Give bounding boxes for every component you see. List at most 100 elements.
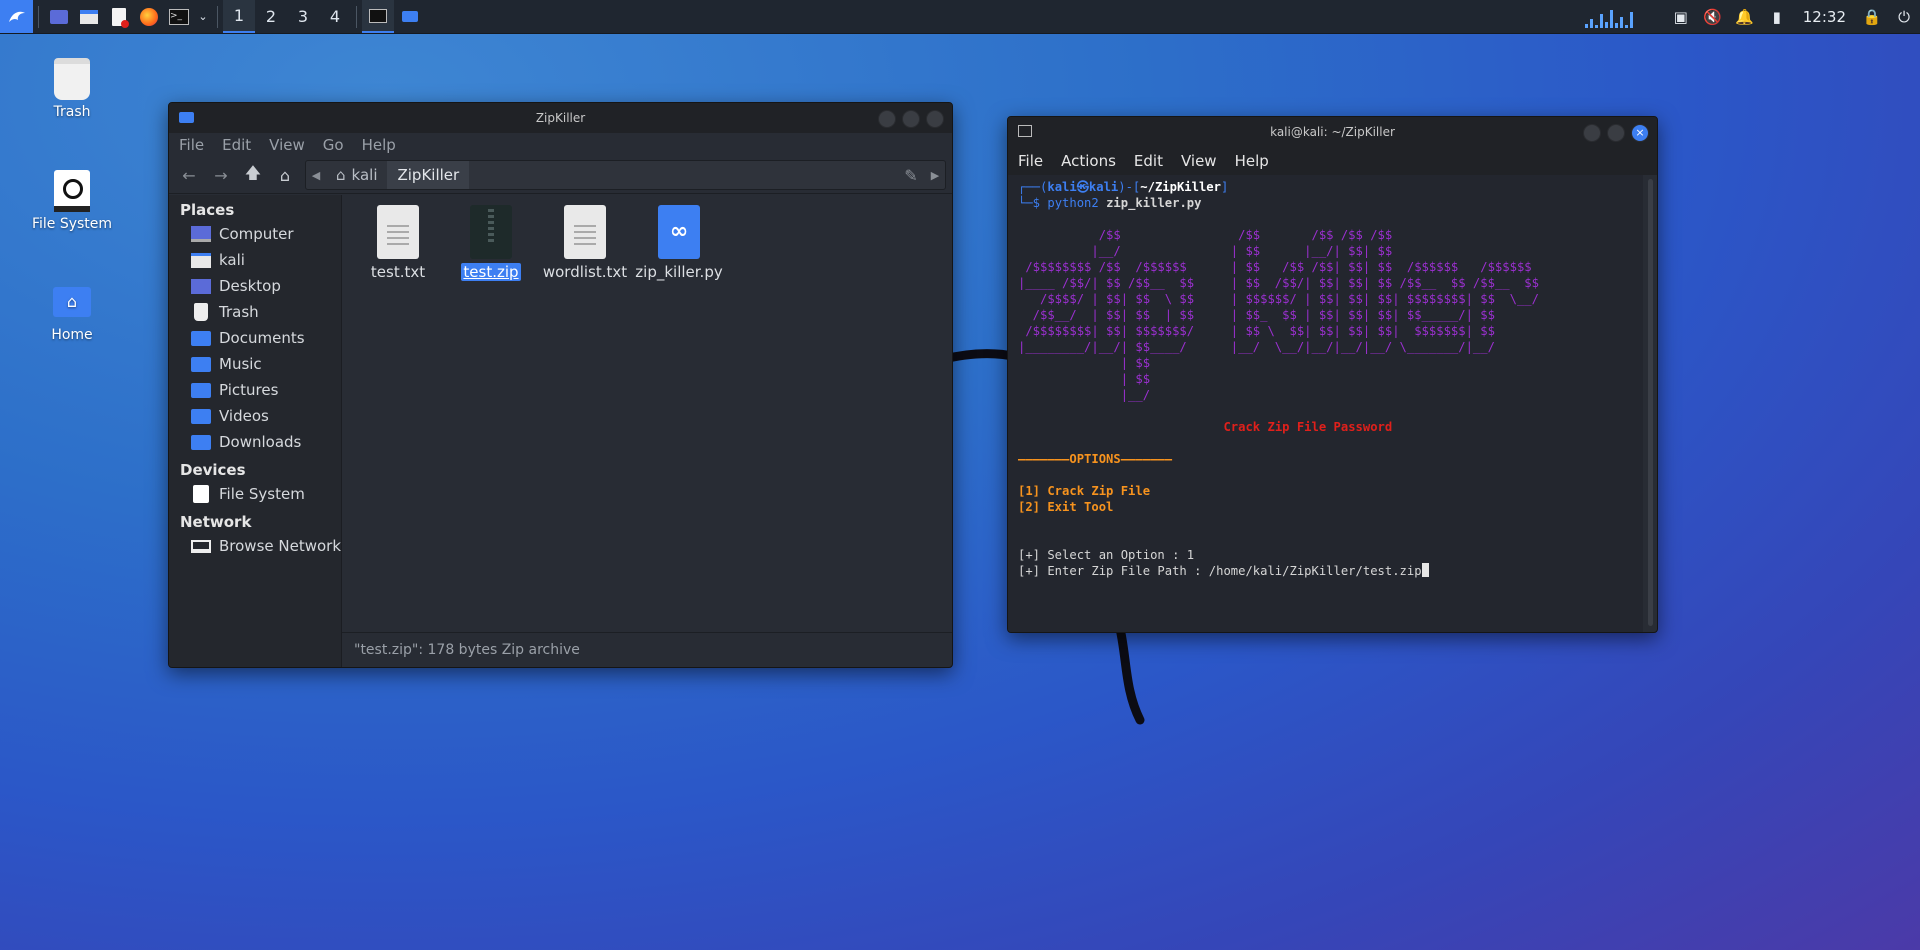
text-file-icon [377, 205, 419, 259]
firefox-launcher-icon[interactable] [134, 0, 164, 33]
terminal-menubar: File Actions Edit View Help [1008, 147, 1657, 175]
terminal-output[interactable]: ┌──(kali㉿kali)-[~/ZipKiller] └─$ python2… [1008, 175, 1643, 632]
sidebar-item-pictures[interactable]: Pictures [169, 377, 341, 403]
file-name-selected: test.zip [461, 263, 521, 281]
status-bar: "test.zip": 178 bytes Zip archive [342, 632, 952, 667]
sidebar-item-trash[interactable]: Trash [169, 299, 341, 325]
sidebar-item-music[interactable]: Music [169, 351, 341, 377]
downloads-folder-icon [191, 434, 211, 450]
menu-help[interactable]: Help [362, 136, 396, 154]
taskbar-file-manager-window-button[interactable] [394, 0, 426, 33]
desktop-icon-file-system[interactable]: File System [17, 170, 127, 232]
option-1: [1] Crack Zip File [1018, 484, 1151, 498]
breadcrumb-kali[interactable]: ⌂ kali [326, 161, 387, 189]
desktop-icon-home[interactable]: ⌂ Home [17, 287, 127, 343]
taskbar-terminal-window-button[interactable] [362, 0, 394, 33]
command-arg: zip_killer.py [1106, 196, 1202, 210]
file-manager-window: ZipKiller File Edit View Go Help ← → 🡅 ⌂… [168, 102, 953, 668]
drive-icon [54, 170, 90, 212]
sidebar-item-downloads[interactable]: Downloads [169, 429, 341, 455]
forward-arrow-icon[interactable]: → [209, 166, 233, 185]
terminal-titlebar[interactable]: kali@kali: ~/ZipKiller × [1008, 117, 1657, 147]
minimize-button[interactable] [878, 110, 896, 128]
home-icon[interactable]: ⌂ [273, 166, 297, 185]
home-icon: ⌂ [336, 166, 346, 184]
panel-separator [38, 5, 39, 28]
cpu-graph [1584, 6, 1655, 28]
prompt-line: ┌──(kali㉿kali)-[~/ZipKiller] [1018, 180, 1229, 194]
menu-file[interactable]: File [1018, 152, 1043, 170]
edit-location-pencil-icon[interactable]: ✎ [897, 166, 925, 185]
zip-archive-icon [470, 205, 512, 259]
desktop-icon-label: Home [51, 327, 93, 343]
sidebar-item-documents[interactable]: Documents [169, 325, 341, 351]
kali-logo-icon [8, 11, 25, 22]
menu-actions[interactable]: Actions [1061, 152, 1116, 170]
file-item-test-txt[interactable]: test.txt [352, 205, 444, 281]
volume-muted-icon[interactable]: 🔇 [1697, 0, 1729, 33]
home-folder-icon [191, 252, 211, 268]
file-manager-titlebar[interactable]: ZipKiller [169, 103, 952, 133]
terminal-scrollbar[interactable] [1648, 179, 1653, 626]
kali-menu-button[interactable] [0, 0, 33, 33]
workspace-4-button[interactable]: 4 [319, 0, 351, 33]
desktop-icon-trash[interactable]: Trash [17, 58, 127, 120]
window-title: ZipKiller [535, 111, 586, 125]
file-manager-toolbar: ← → 🡅 ⌂ ◀ ⌂ kali ZipKiller ✎ ▶ [169, 157, 952, 194]
battery-icon[interactable]: ▮ [1761, 0, 1793, 33]
path-scroll-right-icon[interactable]: ▶ [925, 169, 945, 182]
breadcrumb-zipkiller[interactable]: ZipKiller [387, 161, 470, 189]
workspace-2-button[interactable]: 2 [255, 0, 287, 33]
sidebar-item-browse-network[interactable]: Browse Network [169, 533, 341, 559]
back-arrow-icon[interactable]: ← [177, 166, 201, 185]
display-icon[interactable]: ▣ [1665, 0, 1697, 33]
sidebar-item-desktop[interactable]: Desktop [169, 273, 341, 299]
documents-folder-icon [191, 330, 211, 346]
menu-go[interactable]: Go [323, 136, 344, 154]
lock-screen-icon[interactable]: 🔒 [1856, 0, 1888, 33]
path-scroll-left-icon[interactable]: ◀ [306, 169, 326, 182]
input-line-path: [+] Enter Zip File Path : /home/kali/Zip… [1018, 564, 1422, 578]
options-header: ———————OPTIONS——————— [1018, 452, 1173, 466]
panel-separator [217, 5, 218, 28]
workspace-1-button[interactable]: 1 [223, 0, 255, 33]
terminal-window: kali@kali: ~/ZipKiller × File Actions Ed… [1007, 116, 1658, 633]
show-desktop-icon[interactable] [44, 0, 74, 33]
menu-edit[interactable]: Edit [1134, 152, 1163, 170]
text-editor-launcher-icon[interactable] [104, 0, 134, 33]
network-header: Network [180, 513, 252, 531]
file-item-wordlist-txt[interactable]: wordlist.txt [539, 205, 631, 281]
notifications-bell-icon[interactable]: 🔔 [1729, 0, 1761, 33]
desktop-icon [191, 278, 211, 294]
sidebar-item-computer[interactable]: Computer [169, 221, 341, 247]
sidebar-item-videos[interactable]: Videos [169, 403, 341, 429]
menu-help[interactable]: Help [1235, 152, 1269, 170]
workspace-3-button[interactable]: 3 [287, 0, 319, 33]
launcher-dropdown-chevron-icon[interactable]: ⌄ [194, 0, 212, 33]
close-button[interactable] [926, 110, 944, 128]
maximize-button[interactable] [1607, 124, 1625, 142]
sidebar-item-file-system[interactable]: File System [169, 481, 341, 507]
up-arrow-icon[interactable]: 🡅 [241, 162, 265, 189]
computer-icon [191, 226, 211, 242]
menu-edit[interactable]: Edit [222, 136, 251, 154]
desktop-icon-label: Trash [53, 104, 91, 120]
menu-view[interactable]: View [269, 136, 305, 154]
menu-file[interactable]: File [179, 136, 204, 154]
file-manager-launcher-icon[interactable] [74, 0, 104, 33]
file-item-test-zip[interactable]: test.zip [445, 205, 537, 281]
terminal-launcher-icon[interactable]: >_ [164, 0, 194, 33]
menu-view[interactable]: View [1181, 152, 1217, 170]
network-icon [191, 539, 211, 553]
ascii-banner: /$$ /$$ /$$ /$$ /$$ |__/ | $$ |__/| $$| … [1018, 228, 1539, 402]
sidebar: Places Computer kali Desktop Trash Docum… [169, 195, 342, 667]
maximize-button[interactable] [902, 110, 920, 128]
file-name: zip_killer.py [635, 263, 723, 281]
power-icon[interactable]: ⏻ [1888, 0, 1920, 33]
file-manager-menubar: File Edit View Go Help [169, 133, 952, 157]
sidebar-item-kali[interactable]: kali [169, 247, 341, 273]
file-item-zip-killer-py[interactable]: ∞ zip_killer.py [633, 205, 725, 281]
clock[interactable]: 12:32 [1793, 8, 1856, 26]
minimize-button[interactable] [1583, 124, 1601, 142]
close-button[interactable]: × [1631, 124, 1649, 142]
